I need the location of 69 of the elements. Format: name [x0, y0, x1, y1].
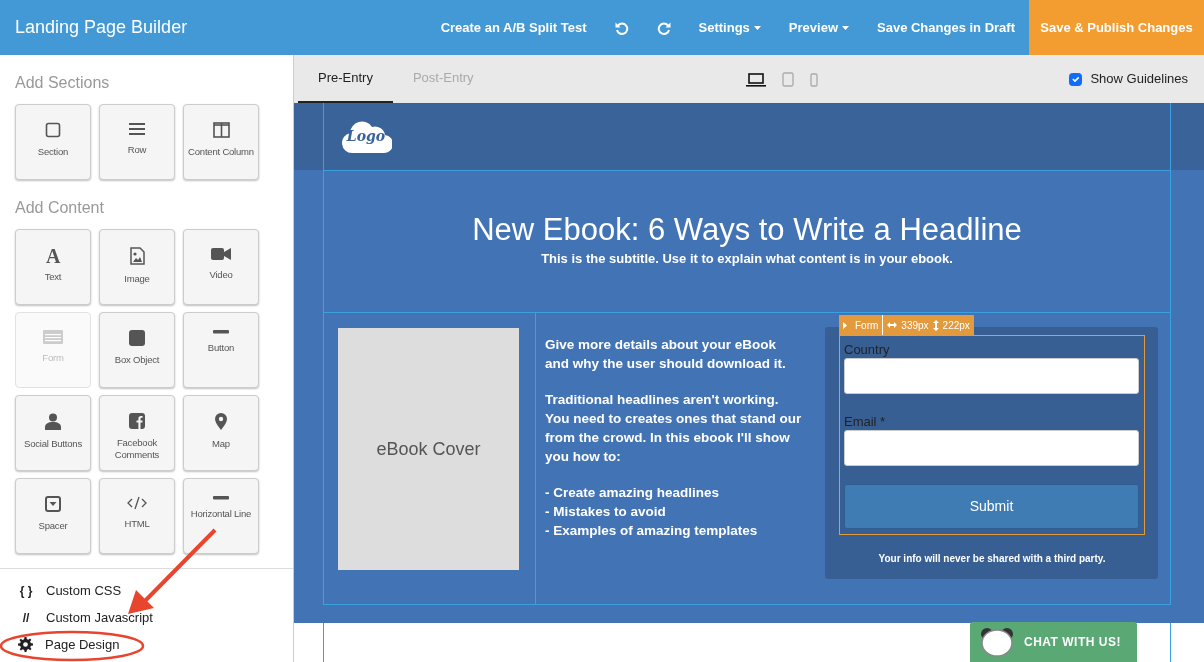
video-camera-icon — [211, 247, 231, 261]
person-icon — [45, 413, 61, 430]
list-item: - Examples of amazing templates — [545, 522, 759, 540]
submit-button[interactable]: Submit — [844, 484, 1139, 529]
input-field[interactable] — [844, 430, 1139, 466]
form-icon — [43, 330, 63, 344]
caret-icon — [842, 25, 849, 30]
body-paragraph: Give more details about your eBook and why the user should download it. — [545, 336, 787, 373]
body-paragraph: Traditional headlines aren't working. You need to creates ones that stand our from the crowd. In this ebook I'll show you how to: — [545, 391, 803, 466]
section-heading: Add Sections — [15, 73, 111, 93]
subtitle: This is the subtitle. Use it to explain what content is in your ebook. — [540, 250, 954, 268]
field-label: Email * — [844, 414, 887, 430]
rows-icon — [129, 122, 145, 136]
element-tile[interactable]: Spacer — [15, 478, 91, 554]
facebook-icon — [129, 413, 145, 429]
width-value: 339px — [901, 318, 929, 333]
element-tile[interactable]: Social Buttons — [15, 395, 91, 471]
mascot-icon — [980, 627, 1014, 657]
redo-icon — [656, 21, 671, 36]
settings-icon — [18, 637, 33, 652]
minus-icon — [213, 496, 229, 500]
braces-icon: { } — [18, 581, 34, 600]
logo-text: Logo — [346, 127, 386, 146]
square-icon — [45, 122, 61, 138]
element-tile[interactable]: Map — [183, 395, 259, 471]
headline: New Ebook: 6 Ways to Write a Headline — [471, 211, 1023, 249]
element-tile[interactable]: Section — [15, 104, 91, 180]
code-icon — [127, 496, 147, 510]
laptop-icon[interactable] — [745, 72, 766, 87]
map-pin-icon — [215, 413, 227, 430]
privacy-note: Your info will never be shared with a third party. — [877, 552, 1107, 566]
caret-icon — [843, 321, 847, 329]
form-tag: Form — [855, 317, 879, 333]
element-tile[interactable]: Facebook Comments — [99, 395, 175, 471]
width-arrow-icon — [887, 322, 898, 328]
element-tile[interactable]: Horizontal Line — [183, 478, 259, 554]
caret-icon — [753, 25, 761, 30]
sidebar-link[interactable]: // Custom Javascript — [0, 604, 153, 631]
phone-icon[interactable] — [809, 72, 818, 87]
element-tile[interactable]: Box Object — [99, 312, 175, 388]
list-item: - Mistakes to avoid — [545, 503, 667, 521]
columns-icon — [212, 122, 230, 138]
checkbox-label: Show Guidelines — [1090, 70, 1188, 89]
element-tile[interactable]: HTML — [99, 478, 175, 554]
tablet-icon[interactable] — [781, 72, 794, 88]
element-tile[interactable]: Video — [183, 229, 259, 305]
minus-icon — [213, 330, 229, 334]
element-tile[interactable]: Image — [99, 229, 175, 305]
slashes-icon: // — [18, 608, 34, 627]
image-icon — [129, 247, 145, 265]
letter-icon: A — [45, 247, 61, 265]
square-icon — [129, 330, 145, 346]
height-value: 222px — [942, 318, 970, 333]
sidebar-link[interactable]: Page Design — [0, 631, 120, 658]
section-heading: Add Content — [15, 198, 105, 218]
element-tile[interactable]: Content Column — [183, 104, 259, 180]
app-title: Landing Page Builder — [14, 16, 188, 39]
list-item: - Create amazing headlines — [545, 484, 721, 502]
undo-icon — [614, 21, 629, 36]
input-field[interactable] — [844, 358, 1139, 394]
height-arrow-icon — [932, 319, 939, 331]
element-tile[interactable]: Button — [183, 312, 259, 388]
element-tile[interactable]: Row — [99, 104, 175, 180]
placeholder-label: eBook Cover — [376, 437, 481, 461]
guidelines-checkbox[interactable] — [1069, 72, 1083, 86]
sidebar-link[interactable]: { } Custom CSS — [0, 577, 122, 604]
element-tile[interactable]: A Text — [15, 229, 91, 305]
field-label: Country — [844, 342, 891, 358]
dropdown-square-icon — [45, 496, 61, 512]
